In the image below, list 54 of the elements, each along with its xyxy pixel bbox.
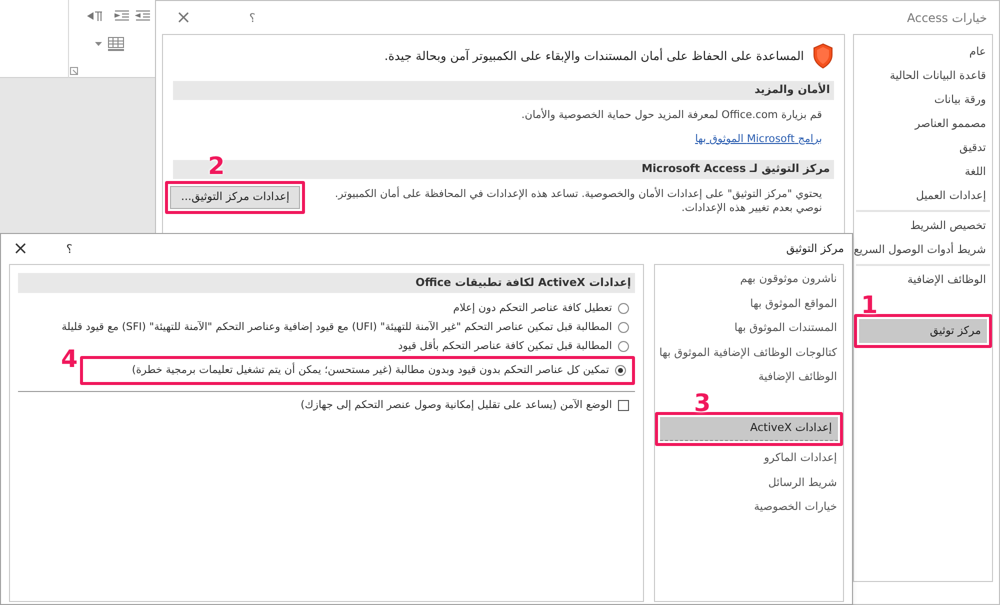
- sidebar-item[interactable]: تدقيق: [854, 136, 992, 160]
- close-button[interactable]: ×: [172, 8, 196, 26]
- section-text: قم بزيارة Office.com لمعرفة المزيد حول حماية الخصوصية والأمان.: [520, 108, 823, 123]
- callout-number: 2: [208, 154, 225, 178]
- radio-label: تعطيل كافة عناصر التحكم دون إعلام: [453, 300, 612, 316]
- nav-item[interactable]: كتالوجات الوظائف الإضافية الموثوق بها: [655, 340, 843, 365]
- sidebar-item[interactable]: تخصيص الشريط: [854, 214, 992, 238]
- sidebar-item[interactable]: قاعدة البيانات الحالية: [854, 64, 992, 88]
- dialog-launcher-icon[interactable]: [70, 67, 78, 75]
- nav-item[interactable]: إعدادات ActiveX: [660, 416, 838, 441]
- caret-icon[interactable]: [95, 42, 102, 47]
- radio-label: المطالبة قبل تمكين عناصر التحكم "غير الآمنة للتهيئة" (UFI) مع قيود إضافية وعناصر التحكم "الآمنة للتهيئة" (SFI) مع قيود قليلة: [62, 320, 612, 335]
- nav-item[interactable]: المواقع الموثوق بها: [655, 292, 843, 316]
- shield-icon: [812, 43, 834, 69]
- checkbox-label: الوضع الآمن (يساعد على تقليل إمكانية وصول عنصر التحكم إلى جهازك): [300, 398, 612, 413]
- dialog-title: خيارات Access: [906, 10, 987, 26]
- section-text: يحتوي "مركز التوثيق" على إعدادات الأمان والخصوصية. تساعد هذه الإعدادات في المحافظة على أمان الكمبيوتر. نوصي بعدم تغيير هذه الإعدادات.: [334, 186, 823, 214]
- help-button[interactable]: ؟: [245, 8, 260, 26]
- callout-number: 1: [861, 293, 878, 317]
- radio-button[interactable]: [615, 365, 626, 376]
- trust-center-settings-button[interactable]: إعدادات مركز التوثيق...: [170, 186, 300, 208]
- section-heading: إعدادات ActiveX لكافة تطبيقات Office: [18, 273, 635, 293]
- nav-item[interactable]: الوظائف الإضافية: [655, 365, 843, 390]
- link[interactable]: برامج Microsoft الموثوق بها: [695, 132, 822, 148]
- dialog-title: مركز التوثيق: [786, 240, 844, 257]
- sidebar-item[interactable]: مركز توثيق: [859, 319, 987, 343]
- nav-item[interactable]: ناشرون موثوقون بهم: [655, 267, 843, 292]
- radio-label: المطالبة قبل تمكين كافة عناصر التحكم بأقل قيود: [398, 338, 612, 354]
- nav-item[interactable]: شريط الرسائل: [655, 470, 843, 495]
- radio-button[interactable]: [618, 341, 629, 352]
- sidebar-item[interactable]: إعدادات العميل: [854, 184, 992, 208]
- callout-number: 4: [61, 347, 78, 371]
- sidebar-item[interactable]: اللغة: [854, 160, 992, 184]
- outdent-icon[interactable]: [135, 10, 151, 22]
- radio-button[interactable]: [618, 322, 629, 333]
- section-heading: الأمان والمزيد: [173, 81, 834, 100]
- sidebar-item[interactable]: شريط أدوات الوصول السريع: [854, 238, 992, 262]
- radio-label: تمكين كل عناصر التحكم بدون قيود وبدون مطالبة (غير مستحسن؛ يمكن أن يتم تشغيل تعليمات برمجية خطرة): [132, 362, 609, 378]
- close-button[interactable]: ×: [9, 240, 32, 258]
- sidebar-item[interactable]: مصممو العناصر: [854, 112, 992, 136]
- table-icon[interactable]: [108, 37, 124, 51]
- sidebar-item[interactable]: عام: [854, 40, 992, 64]
- indent-icon[interactable]: [114, 10, 130, 22]
- radio-button[interactable]: [618, 303, 629, 314]
- callout-number: 3: [694, 390, 711, 414]
- help-button[interactable]: ؟: [62, 240, 76, 258]
- nav-item[interactable]: المستندات الموثوق بها: [655, 316, 843, 340]
- nav-item[interactable]: خيارات الخصوصية: [655, 495, 843, 520]
- intro-text: المساعدة على الحفاظ على أمان المستندات والإبقاء على الكمبيوتر آمن وبحالة جيدة.: [384, 47, 804, 65]
- sidebar-item[interactable]: ورقة بيانات: [854, 88, 992, 112]
- paragraph-direction-icon[interactable]: [86, 10, 104, 22]
- sidebar-item[interactable]: الوظائف الإضافية: [854, 268, 992, 292]
- nav-item[interactable]: إعدادات الماكرو: [655, 446, 843, 470]
- checkbox[interactable]: [618, 400, 629, 412]
